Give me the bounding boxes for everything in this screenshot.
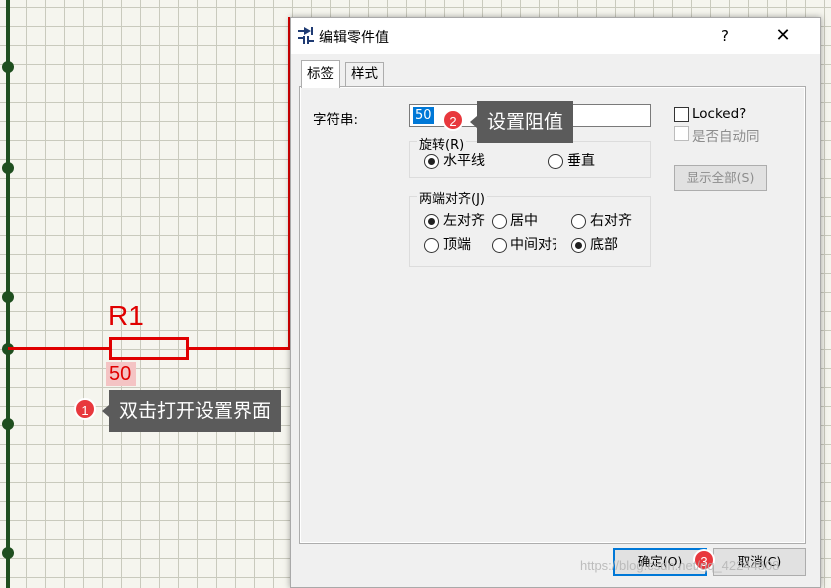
watermark-url: https://blog.csdn.net/qq_42244808	[580, 558, 780, 573]
wire-right	[188, 347, 292, 350]
justify-center-radio[interactable]	[492, 214, 507, 229]
justify-middle-label[interactable]: 中间对齐	[510, 237, 556, 253]
resistor-reference[interactable]: R1	[108, 302, 144, 330]
callout-2-arrow	[470, 116, 477, 128]
string-input-value: 50	[413, 107, 434, 124]
auto-sync-label[interactable]: 是否自动同	[692, 125, 760, 145]
justify-top-label[interactable]: 顶端	[443, 237, 471, 253]
justify-bottom-radio[interactable]	[571, 238, 586, 253]
callout-1-text: 双击打开设置界面	[109, 390, 282, 432]
wire-left	[8, 347, 110, 350]
junction-dot	[2, 547, 14, 559]
justify-right-label[interactable]: 右对齐	[590, 213, 632, 229]
justify-center-label[interactable]: 居中	[510, 213, 538, 229]
locked-label[interactable]: Locked?	[692, 106, 746, 122]
resistor-symbol[interactable]	[109, 337, 189, 360]
close-icon[interactable]: ✕	[769, 24, 797, 48]
rotation-horizontal-radio[interactable]	[424, 154, 439, 169]
justify-middle-radio[interactable]	[492, 238, 507, 253]
dialog-titlebar[interactable]: 编辑零件值 ? ✕	[291, 18, 820, 54]
justify-group-title: 两端对齐(J)	[417, 188, 487, 207]
show-all-button[interactable]: 显示全部(S)	[674, 165, 767, 191]
resistor-value[interactable]: 50	[106, 362, 136, 386]
junction-dot	[2, 61, 14, 73]
string-label: 字符串:	[313, 112, 359, 128]
justify-left-radio[interactable]	[424, 214, 439, 229]
justify-top-radio[interactable]	[424, 238, 439, 253]
callout-1-arrow	[102, 405, 109, 417]
component-icon	[298, 27, 314, 44]
tab-label[interactable]: 标签	[301, 60, 340, 88]
justify-right-radio[interactable]	[571, 214, 586, 229]
junction-dot	[2, 162, 14, 174]
rotation-vertical-radio[interactable]	[548, 154, 563, 169]
help-icon[interactable]: ?	[713, 24, 737, 48]
callout-2-badge: 2	[442, 109, 464, 131]
junction-dot	[2, 418, 14, 430]
callout-2-text: 设置阻值	[477, 101, 574, 143]
rotation-group-title: 旋转(R)	[417, 134, 467, 153]
locked-checkbox[interactable]	[674, 107, 689, 122]
auto-sync-checkbox[interactable]	[674, 126, 689, 141]
justify-bottom-label[interactable]: 底部	[590, 237, 618, 253]
callout-1-badge: 1	[74, 398, 96, 420]
tab-style[interactable]: 样式	[345, 62, 384, 87]
dialog-title: 编辑零件值	[319, 30, 389, 46]
justify-left-label[interactable]: 左对齐	[443, 213, 487, 229]
rotation-horizontal-label[interactable]: 水平线	[443, 153, 485, 169]
rotation-vertical-label[interactable]: 垂直	[567, 153, 595, 169]
junction-dot	[2, 291, 14, 303]
